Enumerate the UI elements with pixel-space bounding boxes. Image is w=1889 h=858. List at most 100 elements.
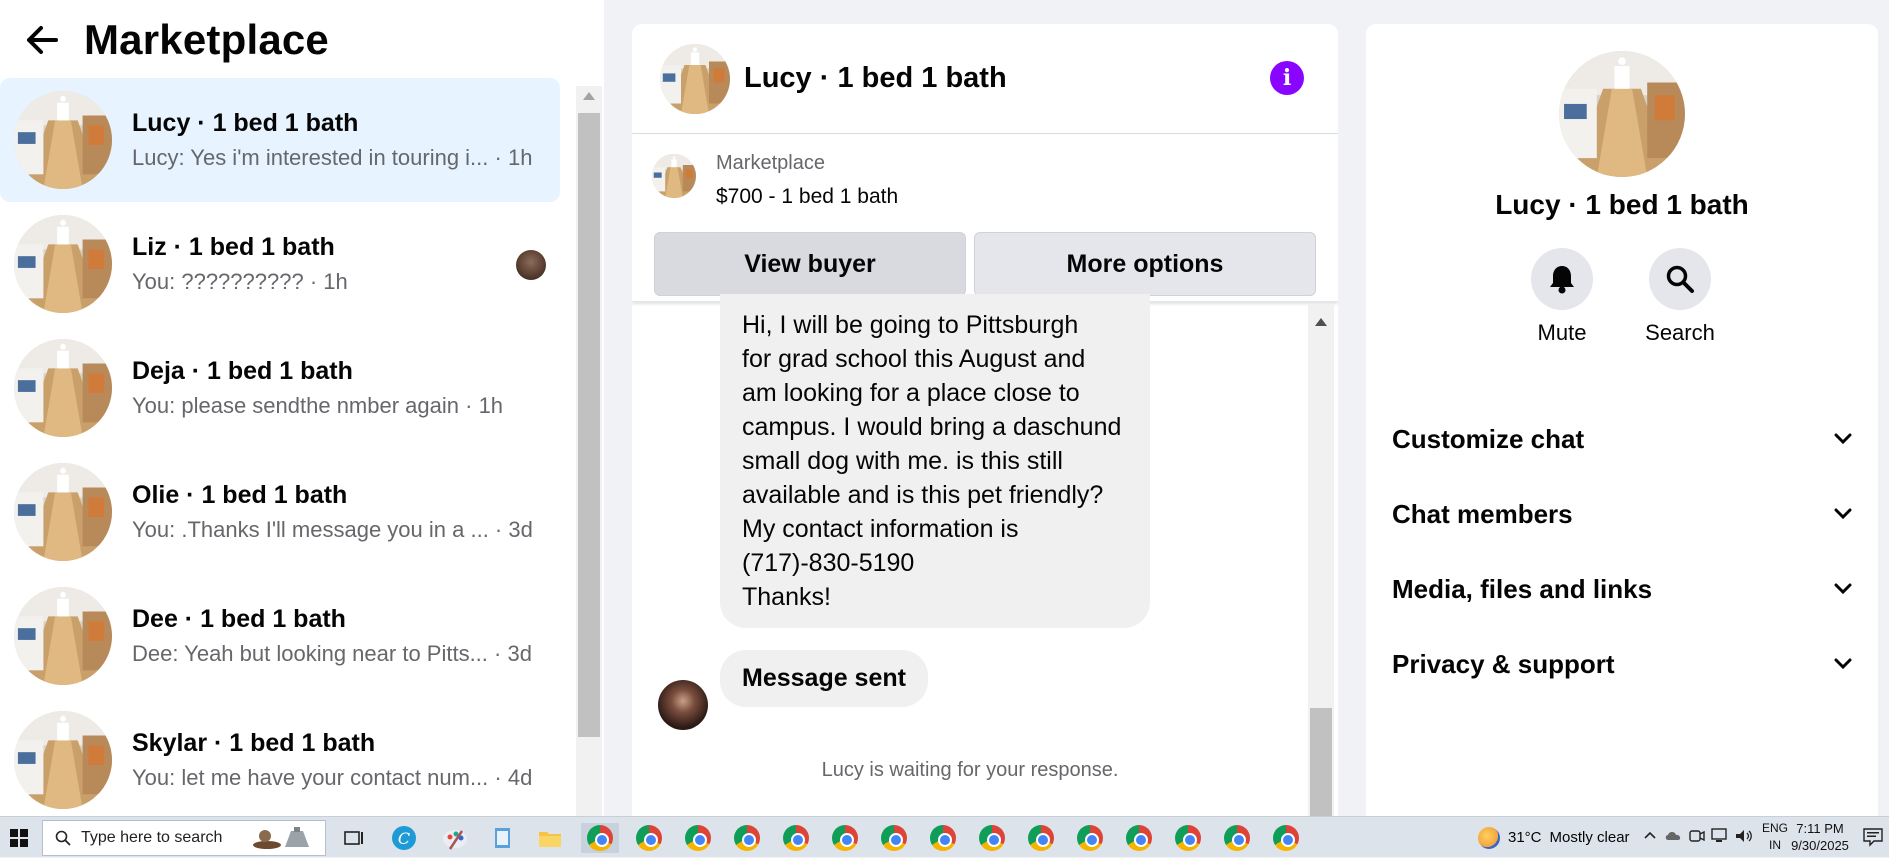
chevron-down-icon xyxy=(1832,578,1854,600)
incoming-message-bubble: Hi, I will be going to Pittsburgh for gra… xyxy=(720,294,1150,628)
chat-members-item[interactable]: Chat members xyxy=(1392,489,1854,539)
search-icon xyxy=(55,830,71,851)
conversation-row[interactable]: Deja · 1 bed 1 bath You: please sendthe n… xyxy=(0,326,560,450)
sent-message-bubble: Message sent xyxy=(720,650,928,707)
chevron-down-icon xyxy=(1832,428,1854,450)
contact-avatar[interactable] xyxy=(1559,51,1685,177)
snippet-text: You: let me have your contact num... xyxy=(132,765,489,790)
mute-button[interactable] xyxy=(1531,248,1593,310)
notifications-icon[interactable] xyxy=(1862,827,1886,849)
search-button[interactable] xyxy=(1649,248,1711,310)
conversation-text: Liz · 1 bed 1 bath You: ?????????? · 1h xyxy=(132,231,552,297)
task-view-icon[interactable] xyxy=(339,823,369,853)
chat-avatar[interactable] xyxy=(660,43,730,114)
conversation-snippet: You: let me have your contact num... · 4… xyxy=(132,765,533,790)
snippet-time: 3d xyxy=(507,641,532,666)
chrome-icon[interactable] xyxy=(1222,823,1252,853)
chat-panel: Lucy · 1 bed 1 bath i Marketplace $700 -… xyxy=(632,24,1338,816)
clock-time: 7:11 PM xyxy=(1796,821,1844,836)
weather-icon xyxy=(1478,826,1500,849)
scrollbar-thumb[interactable] xyxy=(1310,708,1332,816)
snippet-text: You: .Thanks I'll message you in a ... xyxy=(132,517,495,542)
chat-title[interactable]: Lucy · 1 bed 1 bath xyxy=(744,62,1007,95)
conversation-thumbnail xyxy=(14,587,112,685)
mute-action[interactable]: Mute xyxy=(1517,248,1607,346)
chrome-icon[interactable] xyxy=(977,823,1007,853)
view-buyer-button[interactable]: View buyer xyxy=(654,232,966,296)
snippet-time: 1h xyxy=(323,269,348,294)
conversation-row[interactable]: Dee · 1 bed 1 bath Dee: Yeah but looking … xyxy=(0,574,560,698)
conversation-row[interactable]: Skylar · 1 bed 1 bath You: let me have yo… xyxy=(0,698,560,816)
chrome-icon[interactable] xyxy=(732,823,762,853)
chrome-icon[interactable] xyxy=(1026,823,1056,853)
language-code: ENG xyxy=(1761,821,1788,835)
chrome-icon[interactable] xyxy=(1075,823,1105,853)
paint-icon[interactable] xyxy=(440,823,470,853)
system-clock[interactable]: 7:11 PM 9/30/2025 xyxy=(1790,820,1850,854)
privacy-support-item[interactable]: Privacy & support xyxy=(1392,639,1854,689)
scroll-up-arrow-icon[interactable] xyxy=(583,92,595,100)
chrome-icon[interactable] xyxy=(781,823,811,853)
chrome-icon[interactable] xyxy=(634,823,664,853)
chrome-icon[interactable] xyxy=(928,823,958,853)
page-title: Marketplace xyxy=(84,16,329,63)
language-indicator[interactable]: ENG IN xyxy=(1760,820,1790,854)
message-line: campus. I would bring a daschund xyxy=(742,413,1122,441)
weather-widget[interactable]: 31°C Mostly clear xyxy=(1478,817,1630,858)
back-arrow-icon[interactable] xyxy=(20,18,64,62)
message-line: (717)-830-5190 xyxy=(742,549,915,577)
menu-label: Privacy & support xyxy=(1392,648,1615,679)
customize-chat-item[interactable]: Customize chat xyxy=(1392,414,1854,464)
file-explorer-icon[interactable] xyxy=(535,823,565,853)
conversation-thumbnail xyxy=(14,711,112,809)
message-line: My contact information is xyxy=(742,515,1019,543)
meet-now-icon[interactable] xyxy=(1688,827,1708,847)
onedrive-icon[interactable] xyxy=(1664,827,1686,847)
snippet-text: Lucy: Yes i'm interested in touring i... xyxy=(132,145,489,170)
conversation-thumbnail xyxy=(14,91,112,189)
listing-price-title[interactable]: $700 - 1 bed 1 bath xyxy=(716,185,898,209)
volume-icon[interactable] xyxy=(1734,827,1756,847)
contact-name: Lucy · 1 bed 1 bath xyxy=(1495,189,1749,220)
conversation-snippet: You: please sendthe nmber again · 1h xyxy=(132,393,504,418)
conversation-row[interactable]: Liz · 1 bed 1 bath You: ?????????? · 1h xyxy=(0,202,560,326)
chat-header: Lucy · 1 bed 1 bath i xyxy=(632,24,1338,134)
windows-taskbar: Type here to search C 31°C Mostly clear xyxy=(0,816,1889,857)
temperature: 31°C xyxy=(1508,829,1542,846)
canva-icon[interactable]: C xyxy=(389,823,419,853)
conversation-row[interactable]: Olie · 1 bed 1 bath You: .Thanks I'll mes… xyxy=(0,450,560,574)
svg-text:C: C xyxy=(398,829,410,848)
conversation-text: Dee · 1 bed 1 bath Dee: Yeah but looking … xyxy=(132,603,552,669)
chrome-icon[interactable] xyxy=(879,823,909,853)
scroll-up-arrow-icon[interactable] xyxy=(1315,318,1327,326)
listing-thumbnail[interactable] xyxy=(652,154,696,198)
chrome-icon[interactable] xyxy=(1173,823,1203,853)
chrome-icon[interactable] xyxy=(683,823,713,853)
region-code: IN xyxy=(1769,838,1781,852)
windows-start-icon[interactable] xyxy=(0,817,38,858)
sender-avatar xyxy=(658,680,708,730)
info-icon[interactable]: i xyxy=(1270,61,1304,95)
network-icon[interactable] xyxy=(1710,827,1732,847)
conversation-scrollbar[interactable] xyxy=(576,86,602,816)
message-line: am looking for a place close to xyxy=(742,379,1080,407)
message-line: Thanks! xyxy=(742,583,831,611)
search-action[interactable]: Search xyxy=(1635,248,1725,346)
conversation-row[interactable]: Lucy · 1 bed 1 bath Lucy: Yes i'm interes… xyxy=(0,78,560,202)
chrome-icon[interactable] xyxy=(1271,823,1301,853)
clock-date: 9/30/2025 xyxy=(1791,838,1849,853)
thread-scrollbar[interactable] xyxy=(1308,304,1334,816)
message-thread: Hi, I will be going to Pittsburgh for gra… xyxy=(632,294,1338,816)
chrome-messenger-icon[interactable] xyxy=(581,823,619,853)
more-options-button[interactable]: More options xyxy=(974,232,1316,296)
chevron-up-icon[interactable] xyxy=(1642,827,1662,847)
notepad-icon[interactable] xyxy=(487,823,517,853)
scrollbar-thumb[interactable] xyxy=(578,113,600,737)
chrome-icon[interactable] xyxy=(830,823,860,853)
conversation-thumbnail xyxy=(14,463,112,561)
messenger-app: Marketplace Lucy · 1 bed 1 bath Lucy: Yes… xyxy=(0,0,1889,816)
chrome-icon[interactable] xyxy=(1124,823,1154,853)
taskbar-search-box[interactable]: Type here to search xyxy=(42,820,326,856)
media-files-links-item[interactable]: Media, files and links xyxy=(1392,564,1854,614)
conversation-thumbnail xyxy=(14,339,112,437)
